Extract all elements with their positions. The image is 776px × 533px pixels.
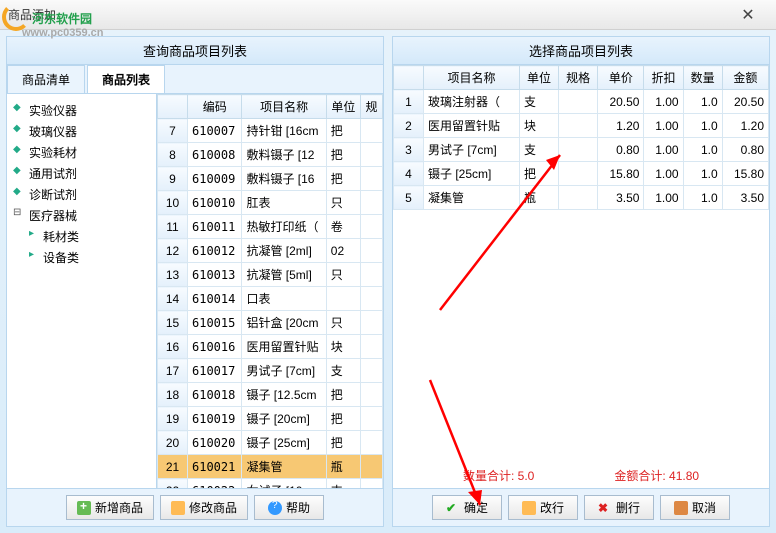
col-name[interactable]: 项目名称 (242, 95, 326, 119)
close-icon[interactable]: ✕ (728, 5, 768, 25)
rcol-name[interactable]: 项目名称 (424, 66, 520, 90)
table-row[interactable]: 20610020镊子 [25cm]把 (158, 431, 383, 455)
table-row[interactable]: 12610012抗凝管 [2ml]02 (158, 239, 383, 263)
table-row[interactable]: 4镊子 [25cm]把15.801.001.015.80 (394, 162, 769, 186)
table-row[interactable]: 9610009敷料镊子 [16把 (158, 167, 383, 191)
cancel-icon (674, 501, 688, 515)
tree-item[interactable]: 实验耗材 (11, 142, 152, 163)
table-row[interactable]: 3男试子 [7cm]支0.801.001.00.80 (394, 138, 769, 162)
tree-sub-item[interactable]: 耗材类 (11, 226, 152, 247)
help-icon (268, 501, 282, 515)
right-panel: 选择商品项目列表 项目名称 单位 规格 单价 折扣 数量 金额 1玻璃注射器（支… (392, 36, 770, 527)
table-row[interactable]: 14610014口表 (158, 287, 383, 311)
rcol-price[interactable]: 单价 (598, 66, 644, 90)
table-row[interactable]: 7610007持针钳 [16cm把 (158, 119, 383, 143)
tabs: 商品清单 商品列表 (7, 65, 383, 94)
left-grid[interactable]: 编码 项目名称 单位 规 7610007持针钳 [16cm把8610008敷料镊… (157, 94, 383, 488)
delete-icon (598, 501, 612, 515)
col-spec[interactable]: 规 (361, 95, 383, 119)
add-icon (77, 501, 91, 515)
table-row[interactable]: 1玻璃注射器（支20.501.001.020.50 (394, 90, 769, 114)
category-tree: 实验仪器 玻璃仪器 实验耗材 通用试剂 诊断试剂 医疗器械 耗材类 设备类 (7, 94, 157, 488)
edit-icon (522, 501, 536, 515)
tab-product-table[interactable]: 商品列表 (87, 65, 165, 93)
rcol-unit[interactable]: 单位 (520, 66, 559, 90)
table-row[interactable]: 19610019镊子 [20cm]把 (158, 407, 383, 431)
tree-item-expand[interactable]: 医疗器械 (11, 205, 152, 226)
rcol-disc[interactable]: 折扣 (644, 66, 683, 90)
check-icon (446, 501, 460, 515)
rcol-qty[interactable]: 数量 (683, 66, 722, 90)
table-row[interactable]: 2医用留置针贴块1.201.001.01.20 (394, 114, 769, 138)
delete-row-button[interactable]: 删行 (584, 495, 654, 520)
summary-row: 数量合计: 5.0 金额合计: 41.80 (393, 463, 769, 488)
table-row[interactable]: 15610015铝针盒 [20cm只 (158, 311, 383, 335)
help-button[interactable]: 帮助 (254, 495, 324, 520)
tree-item[interactable]: 通用试剂 (11, 163, 152, 184)
tab-product-list[interactable]: 商品清单 (7, 65, 85, 93)
table-row[interactable]: 18610018镊子 [12.5cm把 (158, 383, 383, 407)
table-row[interactable]: 16610016医用留置针贴块 (158, 335, 383, 359)
cancel-button[interactable]: 取消 (660, 495, 730, 520)
table-row[interactable]: 22610022女试子 [10cm支 (158, 479, 383, 489)
ok-button[interactable]: 确定 (432, 495, 502, 520)
left-panel-header: 查询商品项目列表 (7, 37, 383, 65)
table-row[interactable]: 5凝集管瓶3.501.001.03.50 (394, 186, 769, 210)
tree-sub-item[interactable]: 设备类 (11, 247, 152, 268)
right-panel-header: 选择商品项目列表 (393, 37, 769, 65)
table-row[interactable]: 8610008敷料镊子 [12把 (158, 143, 383, 167)
tree-item[interactable]: 玻璃仪器 (11, 121, 152, 142)
edit-row-button[interactable]: 改行 (508, 495, 578, 520)
table-row[interactable]: 11610011热敏打印纸（卷 (158, 215, 383, 239)
add-product-button[interactable]: 新增商品 (66, 495, 154, 520)
rcol-spec[interactable]: 规格 (559, 66, 598, 90)
table-row[interactable]: 13610013抗凝管 [5ml]只 (158, 263, 383, 287)
window-title: 商品添加 (8, 6, 728, 23)
titlebar: 商品添加 ✕ (0, 0, 776, 30)
table-row[interactable]: 17610017男试子 [7cm]支 (158, 359, 383, 383)
tree-item[interactable]: 实验仪器 (11, 100, 152, 121)
edit-icon (171, 501, 185, 515)
left-panel: 查询商品项目列表 商品清单 商品列表 实验仪器 玻璃仪器 实验耗材 通用试剂 诊… (6, 36, 384, 527)
col-code[interactable]: 编码 (188, 95, 242, 119)
tree-item[interactable]: 诊断试剂 (11, 184, 152, 205)
table-row[interactable]: 21610021凝集管瓶 (158, 455, 383, 479)
edit-product-button[interactable]: 修改商品 (160, 495, 248, 520)
rcol-amt[interactable]: 金额 (722, 66, 768, 90)
table-row[interactable]: 10610010肛表只 (158, 191, 383, 215)
col-unit[interactable]: 单位 (326, 95, 360, 119)
right-grid[interactable]: 项目名称 单位 规格 单价 折扣 数量 金额 1玻璃注射器（支20.501.00… (393, 65, 769, 463)
